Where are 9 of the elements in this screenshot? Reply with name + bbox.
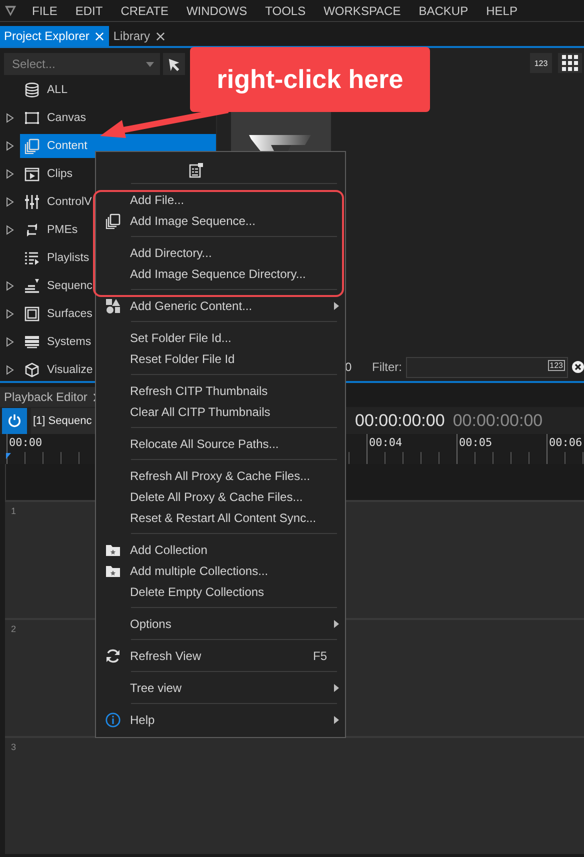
- ruler-label: 00:00: [8, 436, 42, 449]
- duration-timecode: 00:00:00:00: [452, 410, 543, 430]
- shortcut-label: F5: [312, 648, 327, 662]
- current-timecode: 00:00:00:00: [355, 410, 445, 430]
- callout-box: right-click here: [190, 47, 430, 112]
- filter-label: Filter:: [372, 360, 403, 374]
- ruler-label: 00:05: [458, 436, 492, 449]
- ruler-label: 00:04: [368, 436, 402, 449]
- ruler-label: 00:06: [548, 436, 582, 449]
